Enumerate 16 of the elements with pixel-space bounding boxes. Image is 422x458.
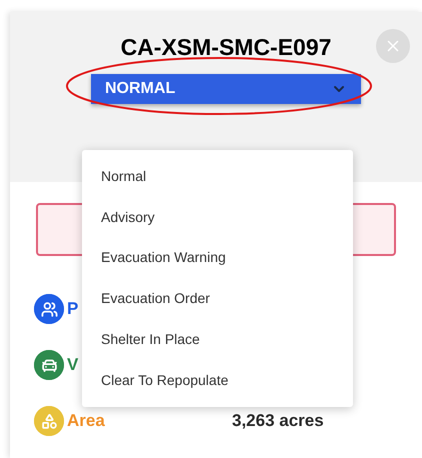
- stat-label: P: [67, 298, 78, 320]
- zone-title: CA-XSM-SMC-E097: [120, 33, 332, 62]
- area-icon: [34, 406, 64, 436]
- status-dropdown[interactable]: NORMAL: [91, 74, 361, 104]
- people-icon: [34, 294, 64, 324]
- stat-label: Area: [67, 410, 105, 432]
- menu-item[interactable]: Normal: [82, 156, 353, 197]
- menu-item[interactable]: Advisory: [82, 196, 353, 238]
- stat-label: V: [67, 354, 78, 376]
- stat-value: 3,263 acres: [232, 410, 324, 432]
- menu-item[interactable]: Evacuation Warning: [82, 238, 353, 278]
- menu-item[interactable]: Shelter In Place: [82, 319, 353, 360]
- menu-item[interactable]: Evacuation Order: [82, 278, 353, 320]
- close-button[interactable]: [376, 29, 410, 63]
- menu-item[interactable]: Clear To Repopulate: [82, 360, 353, 401]
- vehicles-icon: [34, 350, 64, 380]
